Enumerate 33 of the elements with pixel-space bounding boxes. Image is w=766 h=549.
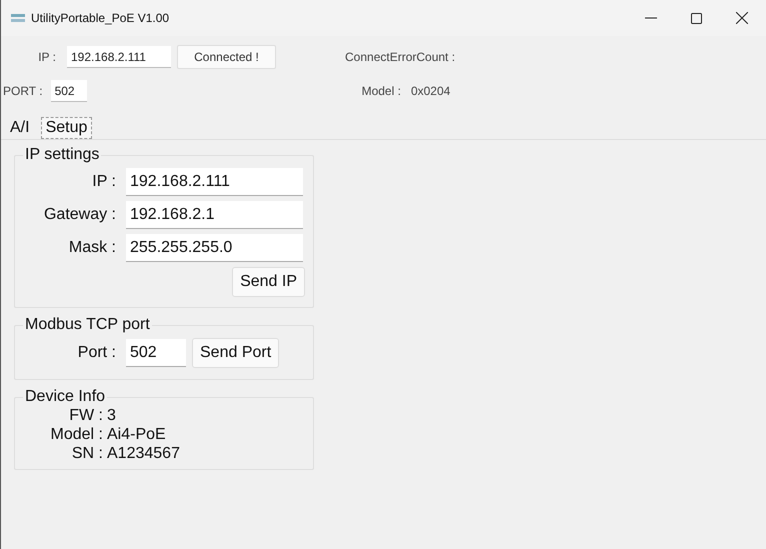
field-label: Port : bbox=[76, 344, 117, 362]
info-label: Model : bbox=[50, 425, 104, 444]
port-label: PORT : bbox=[2, 84, 44, 98]
group-title: Modbus TCP port bbox=[24, 316, 151, 334]
port-field[interactable]: 502 bbox=[50, 80, 87, 102]
close-icon[interactable] bbox=[736, 12, 748, 24]
input-field[interactable]: 192.168.2.1 bbox=[126, 201, 303, 229]
input-field[interactable]: 192.168.2.111 bbox=[126, 168, 303, 196]
maximize-icon[interactable] bbox=[691, 12, 702, 24]
port-input-field[interactable]: 502 bbox=[126, 339, 186, 367]
send-port-button[interactable]: Send Port bbox=[192, 338, 280, 368]
window-title: UtilityPortable_PoE V1.00 bbox=[31, 11, 170, 25]
send-ip-button[interactable]: Send IP bbox=[232, 267, 305, 297]
tab[interactable]: A/I bbox=[5, 117, 35, 139]
app-icon bbox=[11, 14, 25, 22]
info-label: FW : bbox=[68, 406, 104, 425]
input-field[interactable]: 255.255.255.0 bbox=[126, 234, 303, 262]
tab[interactable]: Setup bbox=[40, 117, 92, 139]
ip-field[interactable]: 192.168.2.111 bbox=[67, 46, 171, 68]
group-title: Device Info bbox=[24, 388, 106, 406]
ip-label: IP : bbox=[37, 50, 57, 64]
group-title: IP settings bbox=[24, 146, 100, 164]
field-label: IP : bbox=[91, 173, 117, 191]
field-label: Mask : bbox=[68, 239, 117, 257]
info-value: 3 bbox=[107, 406, 116, 425]
field-label: Gateway : bbox=[42, 206, 117, 224]
info-value: A1234567 bbox=[107, 444, 180, 463]
info-label: SN : bbox=[70, 444, 104, 463]
model-value: 0x0204 bbox=[410, 84, 450, 98]
connect-error-count-label: ConnectErrorCount : bbox=[345, 50, 456, 64]
model-label: Model : bbox=[362, 84, 401, 98]
connection-status-button[interactable]: Connected ! bbox=[177, 45, 276, 69]
info-value: Ai4-PoE bbox=[107, 425, 166, 444]
